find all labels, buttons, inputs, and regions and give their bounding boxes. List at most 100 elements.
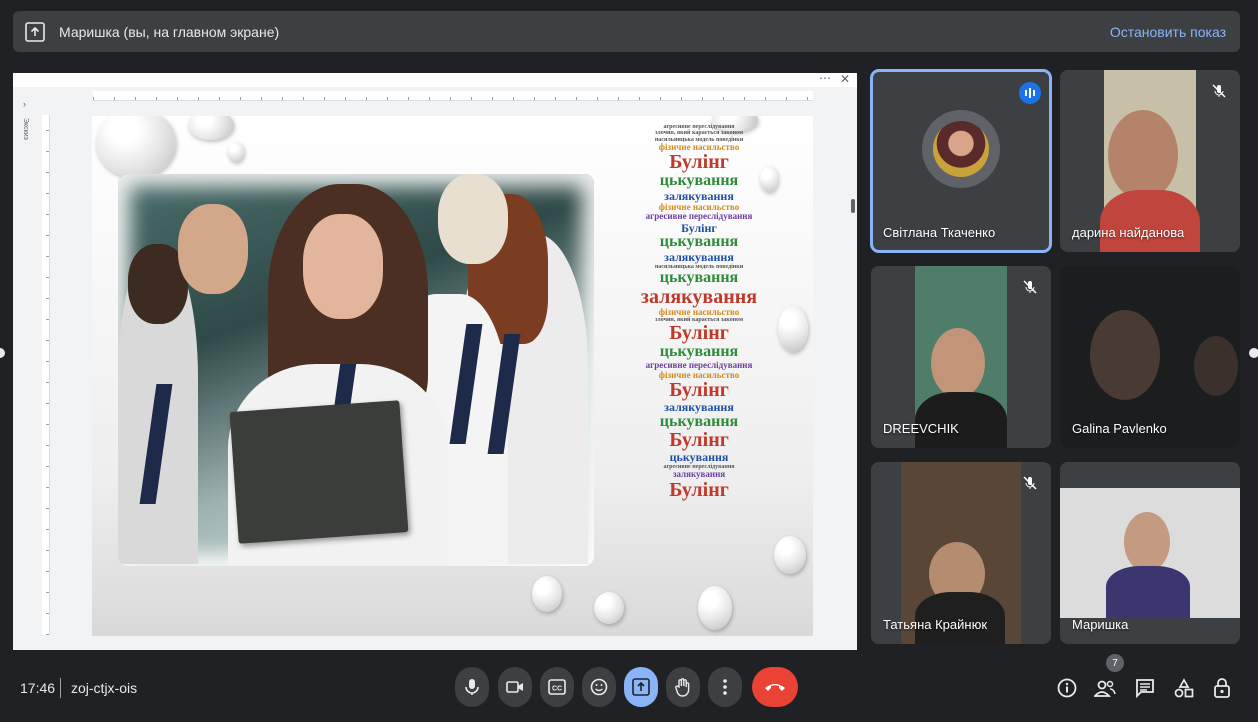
participant-body (1100, 190, 1200, 252)
word-cloud-word: цькування (669, 450, 729, 465)
participants-count-badge: 7 (1106, 654, 1124, 672)
word-cloud-word: залякування (664, 189, 734, 204)
word-cloud-word: Булінг (669, 478, 729, 501)
people-button[interactable] (1094, 676, 1116, 700)
people-icon (1094, 680, 1116, 697)
host-controls-button[interactable] (1212, 676, 1234, 700)
present-button[interactable] (624, 667, 658, 707)
mic-off-icon (1208, 80, 1230, 102)
activities-icon (1174, 678, 1194, 698)
participant-name: Татьяна Крайнюк (883, 617, 987, 632)
participant-body (1106, 566, 1190, 618)
participant-tile[interactable]: DREEVCHIK (871, 266, 1051, 448)
student-face (303, 214, 383, 319)
divider (60, 678, 61, 698)
scrollbar[interactable] (851, 199, 855, 213)
svg-text:CC: CC (552, 686, 562, 693)
participant-face (1090, 310, 1160, 400)
speaking-indicator-icon (1019, 82, 1041, 104)
mic-off-icon (1019, 276, 1041, 298)
close-icon[interactable]: ✕ (840, 73, 850, 86)
thumbnails-label: Экскиз (22, 118, 29, 140)
word-cloud-word: залякування (664, 400, 734, 415)
water-drop (594, 592, 624, 624)
participant-face (1124, 512, 1170, 572)
student-head (178, 204, 248, 294)
emoji-icon (590, 678, 608, 696)
word-cloud-word: цькування (659, 268, 739, 286)
participant-name: Світлана Ткаченко (883, 225, 996, 240)
chevron-right-icon[interactable]: › (23, 99, 26, 109)
presentation-slide: агресивне переслідування злочин, який кар… (92, 116, 813, 636)
participant-face (931, 328, 985, 398)
avatar (922, 110, 1000, 188)
lock-person-icon (1214, 678, 1230, 698)
camera-button[interactable] (498, 667, 532, 707)
student-head (438, 174, 508, 264)
meeting-details-button[interactable] (1056, 676, 1078, 700)
shared-screen: ⋯ ✕ › Экскиз агресивне переслідування зл… (13, 73, 857, 650)
chat-icon (1136, 679, 1154, 698)
leave-call-button[interactable] (752, 667, 798, 707)
stop-presenting-button[interactable]: Остановить показ (1110, 24, 1226, 40)
water-drop (96, 116, 176, 178)
bottom-toolbar: 17:46 zoj-ctjx-ois CC 7 (0, 654, 1258, 722)
word-cloud-word: Булінг (669, 151, 729, 174)
more-vert-icon (723, 679, 727, 695)
participant-name: Galina Pavlenko (1072, 421, 1167, 436)
word-cloud-word: залякування (664, 249, 734, 264)
participant-tile[interactable]: дарина найданова (1060, 70, 1240, 252)
water-drop (532, 576, 562, 612)
participant-tile[interactable]: Маришка (1060, 462, 1240, 644)
participant-tile[interactable]: Світлана Ткаченко (870, 69, 1052, 253)
word-cloud-word: Булінг (669, 429, 729, 452)
hand-icon (675, 678, 690, 697)
word-cloud-word: Булінг (669, 379, 729, 402)
participant-tile[interactable]: Galina Pavlenko (1060, 266, 1240, 448)
word-cloud-word: фізичне насильство (658, 306, 740, 317)
window-titlebar: ⋯ ✕ (13, 73, 857, 87)
mic-off-icon (1019, 472, 1041, 494)
captions-icon: CC (548, 679, 566, 695)
water-drop (774, 536, 806, 574)
water-drop (188, 116, 234, 140)
edge-handle[interactable] (1249, 348, 1258, 358)
presenting-text: Маришка (вы, на главном экране) (59, 23, 280, 40)
captions-button[interactable]: CC (540, 667, 574, 707)
participant-name: DREEVCHIK (883, 421, 959, 436)
more-icon[interactable]: ⋯ (819, 73, 831, 85)
word-cloud-word: Булінг (669, 322, 729, 345)
participant-name: дарина найданова (1072, 225, 1185, 240)
word-cloud-word: цькування (659, 412, 739, 430)
info-icon (1057, 678, 1077, 698)
clock: 17:46 (20, 680, 56, 696)
avatar-photo (933, 121, 989, 177)
microphone-icon (465, 679, 479, 695)
meeting-code[interactable]: zoj-ctjx-ois (71, 680, 137, 696)
raise-hand-button[interactable] (666, 667, 700, 707)
edge-handle[interactable] (0, 348, 5, 358)
word-cloud-word: цькування (659, 172, 739, 190)
participant-body (915, 392, 1007, 448)
water-drop (778, 306, 808, 352)
more-options-button[interactable] (708, 667, 742, 707)
horizontal-ruler (93, 91, 813, 101)
microphone-button[interactable] (455, 667, 489, 707)
word-cloud-word: залякування (640, 285, 758, 308)
present-screen-icon (25, 21, 45, 42)
participant-name: Маришка (1072, 617, 1129, 632)
vertical-ruler (42, 115, 50, 635)
word-cloud-word: цькування (659, 343, 739, 361)
word-cloud-word: цькування (659, 233, 739, 251)
students-photo (118, 174, 594, 566)
presenting-banner: Маришка (вы, на главном экране) Останови… (13, 11, 1240, 52)
present-screen-icon (632, 678, 650, 696)
binder (229, 400, 409, 544)
phone-hangup-icon (765, 684, 785, 691)
activities-button[interactable] (1173, 676, 1195, 700)
reactions-button[interactable] (582, 667, 616, 707)
participant-tile[interactable]: Татьяна Крайнюк (871, 462, 1051, 644)
participant-face (1194, 336, 1238, 396)
chat-button[interactable] (1134, 676, 1156, 700)
word-cloud: агресивне переслідування злочин, який кар… (624, 124, 774, 624)
